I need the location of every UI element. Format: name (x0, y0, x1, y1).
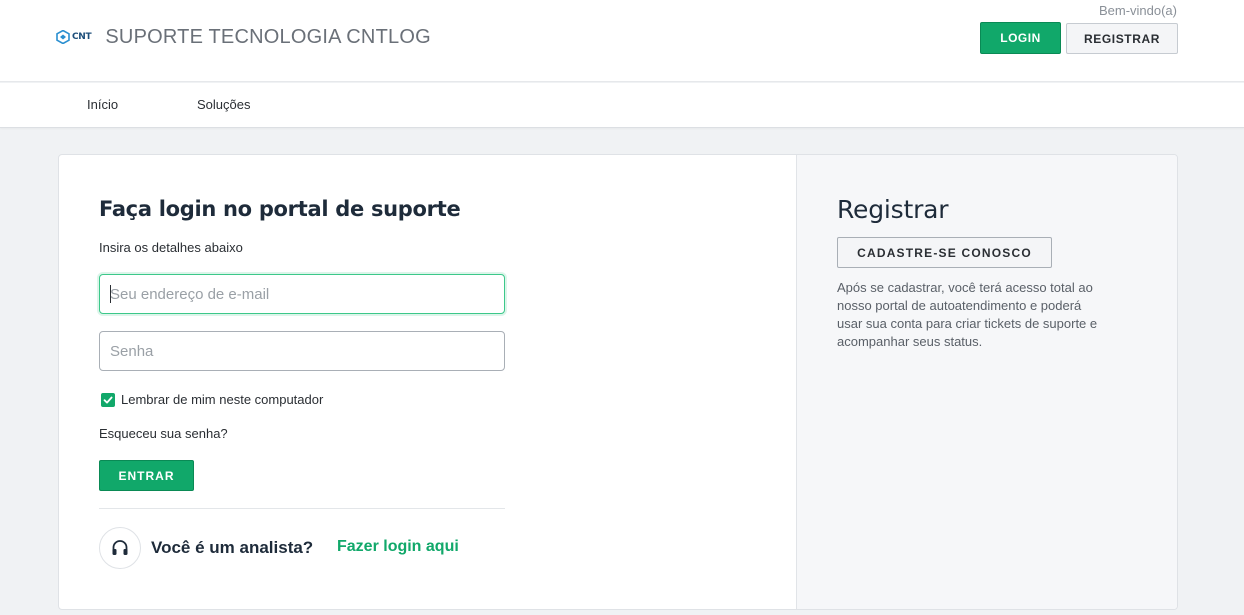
analyst-badge (99, 527, 141, 569)
forgot-password-link[interactable]: Esqueceu sua senha? (99, 426, 228, 441)
signup-button[interactable]: CADASTRE-SE CONOSCO (837, 237, 1052, 268)
register-panel: Registrar CADASTRE-SE CONOSCO Após se ca… (796, 155, 1177, 609)
register-button[interactable]: REGISTRAR (1066, 23, 1178, 54)
password-input[interactable] (99, 331, 505, 371)
nav-item-inicio[interactable]: Início (87, 97, 118, 112)
checkmark-icon (103, 396, 113, 403)
remember-checkbox[interactable] (101, 392, 115, 407)
main-nav: Início Soluções (0, 83, 1244, 128)
text-cursor (110, 285, 111, 303)
nav-item-solucoes[interactable]: Soluções (197, 97, 250, 112)
divider (99, 508, 505, 509)
register-description: Após se cadastrar, você terá acesso tota… (837, 280, 1098, 349)
remember-label[interactable]: Lembrar de mim neste computador (121, 392, 323, 407)
submit-button[interactable]: ENTRAR (99, 460, 194, 491)
login-button[interactable]: LOGIN (980, 22, 1061, 54)
top-header: CNT SUPORTE TECNOLOGIA CNTLOG Bem-vindo(… (0, 0, 1244, 82)
welcome-text: Bem-vindo(a) (1098, 3, 1177, 18)
logo-text: CNT (72, 32, 92, 42)
site-title[interactable]: SUPORTE TECNOLOGIA CNTLOG (105, 26, 430, 49)
login-subtitle: Insira os detalhes abaixo (99, 240, 243, 255)
email-input[interactable] (99, 274, 505, 314)
register-title: Registrar (837, 195, 949, 224)
brand[interactable]: CNT SUPORTE TECNOLOGIA CNTLOG (56, 24, 431, 50)
login-card: Faça login no portal de suporte Insira o… (58, 154, 1178, 610)
remember-me[interactable]: Lembrar de mim neste computador (101, 392, 323, 407)
headset-icon (112, 540, 128, 555)
analyst-login-link[interactable]: Fazer login aqui (337, 538, 459, 556)
login-title: Faça login no portal de suporte (99, 197, 461, 221)
analyst-question: Você é um analista? (151, 538, 314, 557)
cnt-logo-icon (56, 30, 70, 44)
logo[interactable]: CNT (56, 30, 92, 44)
